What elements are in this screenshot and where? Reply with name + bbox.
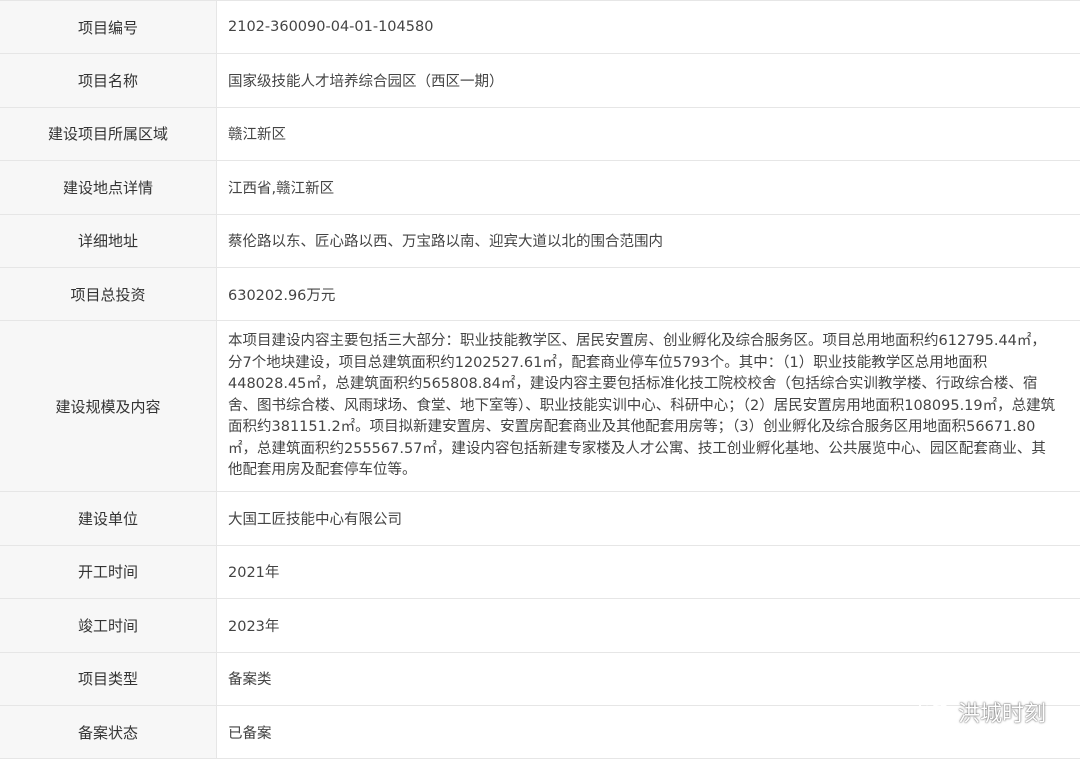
row-value-description: 本项目建设内容主要包括三大部分：职业技能教学区、居民安置房、创业孵化及综合服务区… [217, 321, 1080, 492]
row-label: 详细地址 [0, 214, 217, 267]
row-value: 赣江新区 [217, 107, 1080, 161]
table-row: 项目总投资 630202.96万元 [0, 267, 1080, 322]
row-label: 建设地点详情 [0, 161, 217, 214]
row-label: 项目编号 [0, 1, 217, 54]
row-value: 国家级技能人才培养综合园区（西区一期） [217, 54, 1080, 107]
table-row: 建设规模及内容 本项目建设内容主要包括三大部分：职业技能教学区、居民安置房、创业… [0, 321, 1080, 493]
row-label: 建设单位 [0, 492, 217, 545]
table-row: 备案状态 已备案 [0, 705, 1080, 760]
table-row: 竣工时间 2023年 [0, 599, 1080, 653]
row-value: 蔡伦路以东、匠心路以西、万宝路以南、迎宾大道以北的围合范围内 [217, 214, 1080, 267]
table-row: 开工时间 2021年 [0, 545, 1080, 600]
row-label: 项目总投资 [0, 267, 217, 321]
table-row: 详细地址 蔡伦路以东、匠心路以西、万宝路以南、迎宾大道以北的围合范围内 [0, 214, 1080, 268]
table-row: 项目名称 国家级技能人才培养综合园区（西区一期） [0, 54, 1080, 108]
row-value: 2102-360090-04-01-104580 [217, 1, 1080, 54]
row-value: 备案类 [217, 652, 1080, 705]
table-row: 项目编号 2102-360090-04-01-104580 [0, 1, 1080, 55]
row-label: 项目名称 [0, 54, 217, 107]
row-value: 2023年 [217, 599, 1080, 652]
row-value: 已备案 [217, 705, 1080, 759]
row-label: 备案状态 [0, 705, 217, 759]
row-label: 开工时间 [0, 545, 217, 599]
project-info-table: 项目编号 2102-360090-04-01-104580 项目名称 国家级技能… [0, 0, 1080, 761]
row-label: 建设规模及内容 [0, 321, 217, 492]
row-label: 项目类型 [0, 652, 217, 705]
row-value: 大国工匠技能中心有限公司 [217, 492, 1080, 545]
table-row: 项目类型 备案类 [0, 652, 1080, 706]
row-value: 630202.96万元 [217, 267, 1080, 321]
row-label: 竣工时间 [0, 599, 217, 652]
row-value: 江西省,赣江新区 [217, 161, 1080, 214]
table-row: 建设地点详情 江西省,赣江新区 [0, 161, 1080, 215]
table-row: 建设项目所属区域 赣江新区 [0, 107, 1080, 162]
row-label: 建设项目所属区域 [0, 107, 217, 161]
row-value: 2021年 [217, 545, 1080, 599]
table-row: 建设单位 大国工匠技能中心有限公司 [0, 492, 1080, 546]
